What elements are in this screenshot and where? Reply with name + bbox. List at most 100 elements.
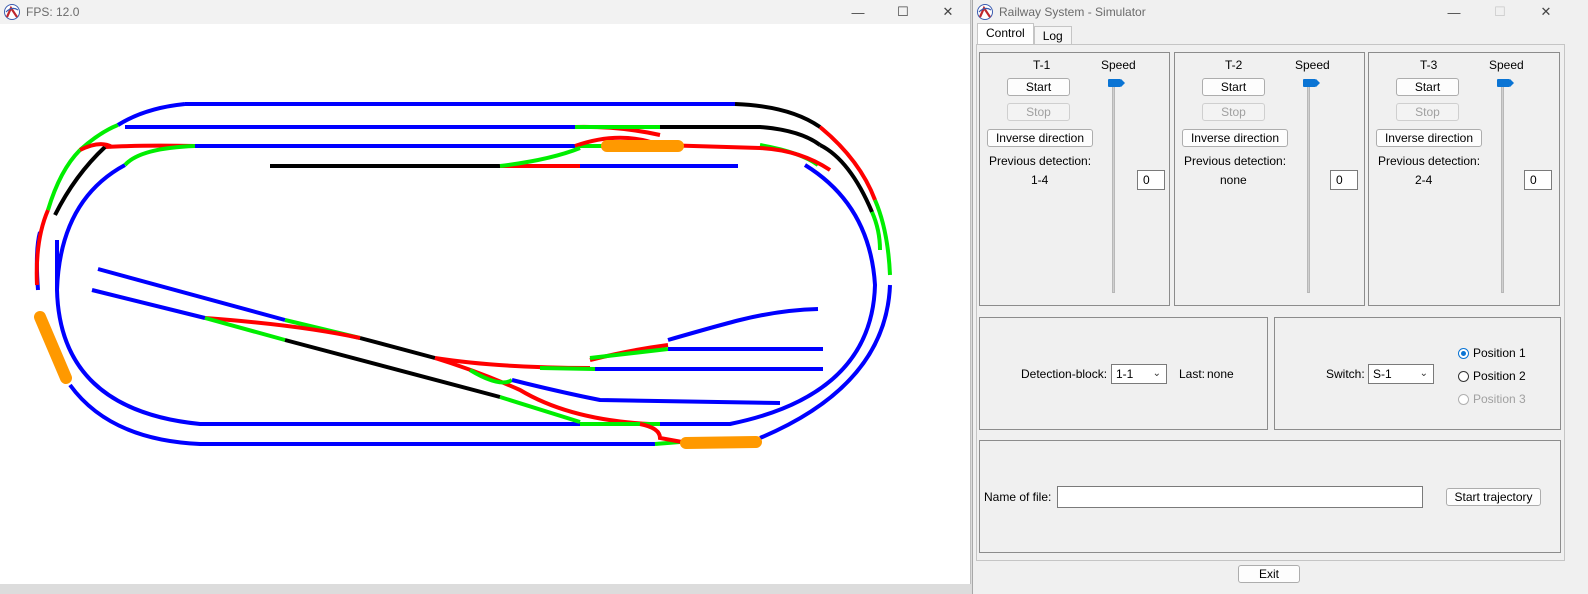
track-segment <box>359 336 436 360</box>
track-segment <box>116 102 186 127</box>
position-1-radio[interactable]: Position 1 <box>1458 346 1526 360</box>
minimize-button[interactable]: — <box>835 0 881 24</box>
track-segment <box>759 284 892 440</box>
switch-label: Switch: <box>1326 367 1365 381</box>
train-panel-t1: T-1 Speed Start Stop Inverse direction P… <box>979 52 1170 306</box>
inverse-direction-button[interactable]: Inverse direction <box>987 129 1093 147</box>
speed-slider-thumb[interactable] <box>1497 79 1514 87</box>
track-segment <box>54 163 878 426</box>
track-segment <box>660 125 822 147</box>
maximize-icon: ☐ <box>1494 4 1506 19</box>
speed-slider-thumb[interactable] <box>1303 79 1320 87</box>
speed-value-field[interactable]: 0 <box>1524 170 1552 190</box>
radio-icon <box>1458 370 1469 382</box>
track-segment <box>639 422 683 444</box>
inverse-direction-button[interactable]: Inverse direction <box>1376 129 1482 147</box>
close-button[interactable]: ✕ <box>1523 0 1569 24</box>
train-marker <box>680 436 762 449</box>
close-icon: ✕ <box>942 4 954 19</box>
speed-label: Speed <box>1295 58 1330 72</box>
track-segment <box>34 209 50 286</box>
start-button[interactable]: Start <box>1396 78 1459 96</box>
switch-value: S-1 <box>1373 367 1392 381</box>
position-2-radio[interactable]: Position 2 <box>1458 369 1526 383</box>
close-button[interactable]: ✕ <box>925 0 971 24</box>
previous-detection-label: Previous detection: <box>1184 154 1287 168</box>
speed-value-field[interactable]: 0 <box>1137 170 1165 190</box>
racket-logo-icon <box>4 4 20 20</box>
start-button[interactable]: Start <box>1202 78 1265 96</box>
detection-block-value: 1-1 <box>1116 367 1134 381</box>
simulator-title: Railway System - Simulator <box>999 5 1146 19</box>
racket-logo-icon <box>977 4 993 20</box>
track-segment <box>870 211 882 251</box>
detection-block-select[interactable]: 1-1 ⌄ <box>1111 364 1167 384</box>
maximize-button[interactable]: ☐ <box>880 0 926 24</box>
track-layout-canvas[interactable] <box>0 27 970 582</box>
detection-block-panel: Detection-block: 1-1 ⌄ Last: none <box>979 317 1268 430</box>
stop-button: Stop <box>1202 103 1265 121</box>
track-segment <box>818 125 877 201</box>
train-name: T-2 <box>1225 58 1243 72</box>
position-2-label: Position 2 <box>1473 369 1526 383</box>
previous-detection-value: none <box>1220 173 1247 187</box>
file-name-input[interactable] <box>1057 486 1423 508</box>
track-segment <box>511 378 781 405</box>
track-segment <box>734 102 822 129</box>
last-value: none <box>1207 367 1234 381</box>
file-name-label: Name of file: <box>984 490 1052 504</box>
tab-control[interactable]: Control <box>977 23 1034 44</box>
control-panel: T-1 Speed Start Stop Inverse direction P… <box>976 44 1565 561</box>
track-window: FPS: 12.0 — ☐ ✕ <box>0 0 971 584</box>
inverse-direction-button[interactable]: Inverse direction <box>1182 129 1288 147</box>
speed-slider-thumb[interactable] <box>1108 79 1125 87</box>
switch-select[interactable]: S-1 ⌄ <box>1368 364 1434 384</box>
stop-button: Stop <box>1396 103 1459 121</box>
position-3-radio: Position 3 <box>1458 392 1526 406</box>
maximize-button: ☐ <box>1477 0 1523 24</box>
speed-slider[interactable] <box>1307 83 1310 293</box>
minimize-icon: — <box>1447 4 1461 20</box>
track-window-titlebar: FPS: 12.0 <box>0 0 970 24</box>
radio-icon <box>1458 347 1469 359</box>
tab-log[interactable]: Log <box>1033 26 1072 44</box>
last-label: Last: <box>1179 367 1206 381</box>
train-name: T-3 <box>1420 58 1438 72</box>
trajectory-panel: Name of file: Start trajectory <box>979 440 1561 553</box>
speed-label: Speed <box>1489 58 1524 72</box>
train-name: T-1 <box>1033 58 1051 72</box>
track-window-title: FPS: 12.0 <box>26 5 80 19</box>
close-icon: ✕ <box>1540 4 1552 19</box>
track-segment <box>499 146 581 168</box>
track-segment <box>539 366 596 371</box>
tab-bar: Control Log <box>977 23 1072 44</box>
switch-panel: Switch: S-1 ⌄ Position 1 Position 2 Posi… <box>1274 317 1561 430</box>
chevron-down-icon: ⌄ <box>1419 368 1428 379</box>
minimize-icon: — <box>851 4 865 20</box>
track-segment <box>667 307 819 342</box>
previous-detection-label: Previous detection: <box>989 154 1092 168</box>
minimize-button[interactable]: — <box>1431 0 1477 24</box>
train-panel-t2: T-2 Speed Start Stop Inverse direction P… <box>1174 52 1365 306</box>
speed-slider[interactable] <box>1501 83 1504 293</box>
track-segment <box>123 144 196 167</box>
position-1-label: Position 1 <box>1473 346 1526 360</box>
exit-button[interactable]: Exit <box>1238 565 1300 583</box>
radio-icon <box>1458 393 1469 405</box>
stop-button: Stop <box>1007 103 1070 121</box>
speed-slider[interactable] <box>1112 83 1115 293</box>
maximize-icon: ☐ <box>897 4 909 19</box>
previous-detection-value: 2-4 <box>1415 173 1433 187</box>
position-3-label: Position 3 <box>1473 392 1526 406</box>
detection-block-label: Detection-block: <box>1021 367 1108 381</box>
chevron-down-icon: ⌄ <box>1152 368 1161 379</box>
train-panel-t3: T-3 Speed Start Stop Inverse direction P… <box>1368 52 1560 306</box>
speed-value-field[interactable]: 0 <box>1330 170 1358 190</box>
start-button[interactable]: Start <box>1007 78 1070 96</box>
speed-label: Speed <box>1101 58 1136 72</box>
previous-detection-label: Previous detection: <box>1378 154 1481 168</box>
start-trajectory-button[interactable]: Start trajectory <box>1446 488 1541 506</box>
simulator-window: Railway System - Simulator — ☐ ✕ Control… <box>972 0 1588 594</box>
track-segment <box>97 267 286 322</box>
previous-detection-value: 1-4 <box>1031 173 1049 187</box>
